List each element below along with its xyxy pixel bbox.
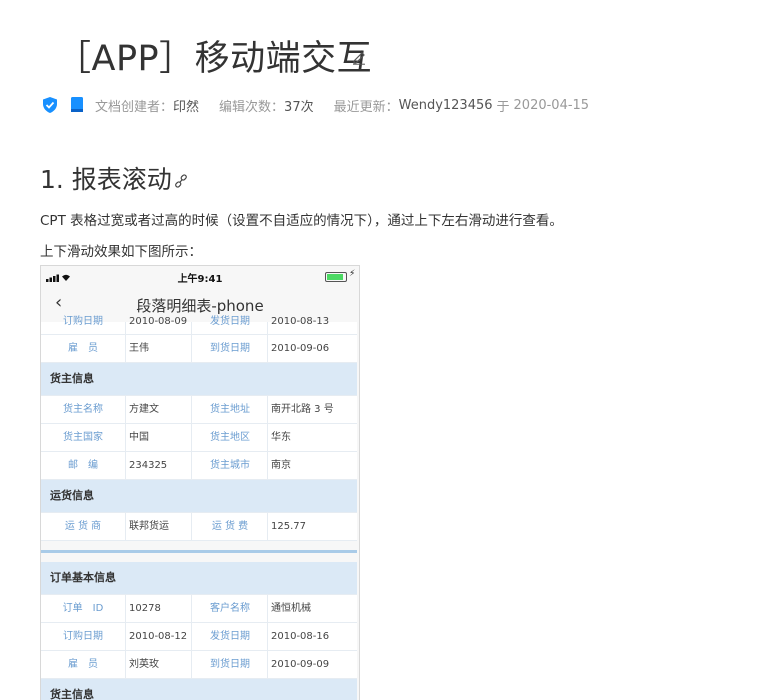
table-row: 货主名称 方建文 货主地址 南开北路 3 号	[41, 396, 357, 424]
field-label: 订单 ID	[41, 595, 126, 622]
field-value: 2010-08-16	[271, 631, 330, 642]
field-label: 到货日期	[193, 335, 268, 362]
field-label: 运 货 商	[41, 513, 126, 540]
section-header: 货主信息	[41, 679, 357, 700]
charging-icon: ⚡	[349, 269, 356, 279]
field-value: 华东	[271, 432, 291, 443]
at-word: 于	[496, 99, 510, 115]
section-header: 运货信息	[41, 480, 357, 513]
field-label: 货主城市	[193, 452, 268, 479]
field-value: 2010-09-09	[271, 659, 330, 670]
field-value: 通恒机械	[271, 603, 311, 614]
page-gap	[41, 553, 357, 562]
field-value: 南开北路 3 号	[271, 404, 334, 415]
edit-count: 37次	[284, 99, 314, 115]
table-row: 运 货 商 联邦货运 运 货 费 125.77	[41, 513, 357, 541]
document-meta: 文档创建者： 印然 编辑次数： 37次 最近更新： Wendy123456 于 …	[41, 95, 589, 115]
field-value: 刘英玫	[129, 651, 192, 678]
updated-label: 最近更新：	[333, 99, 399, 115]
shield-check-icon	[43, 97, 57, 113]
field-value: 方建文	[129, 396, 192, 423]
report-table[interactable]: 订购日期 2010-08-09 发货日期 2010-08-13 雇 员 王伟 到…	[41, 316, 357, 700]
phone-screenshot: 上午9:41 ⚡ ‹ 段落明细表-phone 订购日期 2010-08-09 发…	[40, 265, 360, 700]
table-row: 雇 员 刘英玫 到货日期 2010-09-09	[41, 651, 357, 679]
table-row: 雇 员 王伟 到货日期 2010-09-06	[41, 335, 357, 363]
table-row: 邮 编 234325 货主城市 南京	[41, 452, 357, 480]
field-label: 货主国家	[41, 424, 126, 451]
edits-label: 编辑次数：	[219, 99, 285, 115]
page-title: ［APP］移动端交互	[56, 39, 373, 79]
status-time: 上午9:41	[177, 274, 223, 285]
link-icon[interactable]	[174, 174, 188, 188]
table-row: 订购日期 2010-08-09 发货日期 2010-08-13	[41, 316, 357, 335]
field-label: 货主地址	[193, 396, 268, 423]
battery-icon	[325, 272, 347, 282]
field-label: 到货日期	[193, 651, 268, 678]
field-label: 雇 员	[41, 335, 126, 362]
field-label: 发货日期	[193, 317, 268, 334]
creator-label: 文档创建者：	[95, 99, 174, 115]
section-heading: 1. 报表滚动	[40, 165, 172, 194]
section-header: 订单基本信息	[41, 562, 357, 595]
edit-icon[interactable]	[351, 49, 367, 65]
field-value: 2010-08-09	[129, 317, 192, 334]
field-value: 125.77	[271, 521, 306, 532]
creator-name: 印然	[173, 99, 200, 115]
field-label: 发货日期	[193, 623, 268, 650]
page-gap	[41, 541, 357, 550]
field-label: 客户名称	[193, 595, 268, 622]
paragraph-scroll-description: CPT 表格过宽或者过高的时候（设置不自适应的情况下），通过上下左右滑动进行查看…	[40, 213, 563, 229]
field-value: 南京	[271, 460, 291, 471]
table-row: 货主国家 中国 货主地区 华东	[41, 424, 357, 452]
section-header: 货主信息	[41, 363, 357, 396]
field-value: 10278	[129, 595, 192, 622]
field-label: 货主地区	[193, 424, 268, 451]
status-bar: 上午9:41 ⚡	[41, 266, 359, 286]
paragraph-figure-caption: 上下滑动效果如下图所示：	[40, 244, 202, 260]
updater-name: Wendy123456	[398, 97, 493, 113]
field-label: 雇 员	[41, 651, 126, 678]
field-value: 234325	[129, 452, 192, 479]
field-value: 2010-08-12	[129, 623, 192, 650]
field-value: 2010-08-13	[271, 316, 330, 327]
field-label: 运 货 费	[193, 513, 268, 540]
table-row: 订单 ID 10278 客户名称 通恒机械	[41, 595, 357, 623]
table-row: 订购日期 2010-08-12 发货日期 2010-08-16	[41, 623, 357, 651]
document-icon	[71, 97, 83, 112]
phone-nav-title: 段落明细表-phone	[136, 297, 264, 315]
updated-date: 2020-04-15	[513, 97, 590, 113]
field-value: 联邦货运	[129, 513, 192, 540]
field-label: 订购日期	[41, 623, 126, 650]
field-value: 2010-09-06	[271, 343, 330, 354]
field-value: 中国	[129, 424, 192, 451]
field-label: 邮 编	[41, 452, 126, 479]
field-label: 订购日期	[41, 317, 126, 334]
field-label: 货主名称	[41, 396, 126, 423]
field-value: 王伟	[129, 335, 192, 362]
